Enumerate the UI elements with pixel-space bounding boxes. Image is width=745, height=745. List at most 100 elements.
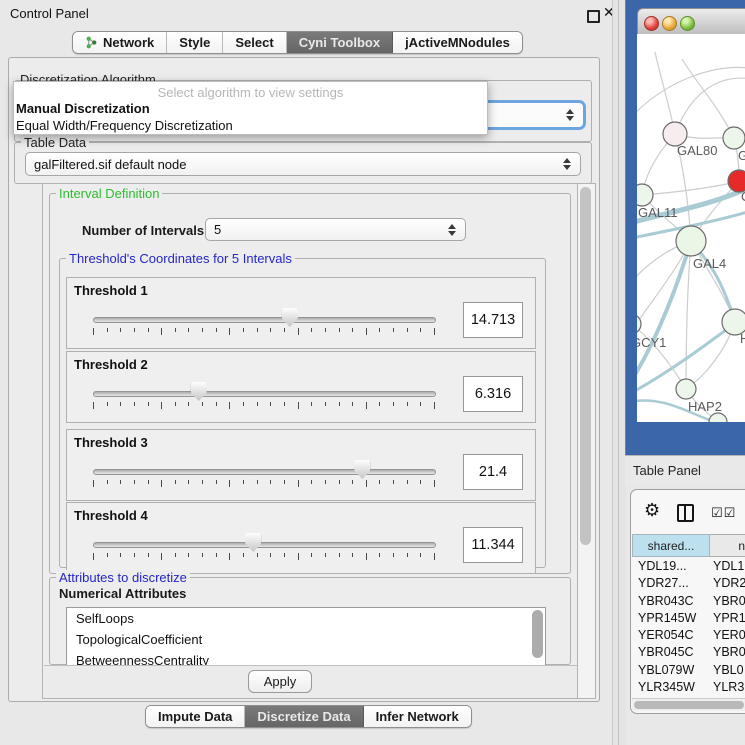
slider-thumb[interactable] bbox=[245, 533, 261, 552]
table-row[interactable]: YDR27... YDR2 bbox=[632, 575, 745, 592]
network-node[interactable] bbox=[637, 184, 653, 206]
tab-discretize-data[interactable]: Discretize Data bbox=[245, 706, 363, 727]
num-intervals-label: Number of Intervals bbox=[82, 223, 204, 238]
slider-thumb[interactable] bbox=[354, 460, 370, 479]
slider-track[interactable] bbox=[93, 469, 436, 475]
checkbox-icons[interactable]: ☑☑ bbox=[711, 505, 736, 521]
name-cell[interactable]: YBL0 bbox=[713, 663, 744, 677]
parameters-scrollbar-thumb[interactable] bbox=[580, 187, 591, 545]
slider-tick bbox=[93, 328, 94, 335]
table-row[interactable]: YBR043C YBR0 bbox=[632, 593, 745, 610]
parameters-scrollbar[interactable] bbox=[577, 183, 596, 699]
table-hscrollbar-thumb[interactable] bbox=[634, 701, 744, 709]
shared-name-cell[interactable]: YPR145W bbox=[638, 611, 696, 625]
slider-tick bbox=[161, 328, 162, 335]
column-header-shared-name[interactable]: shared... bbox=[632, 534, 710, 557]
slider-tick bbox=[284, 328, 285, 332]
name-cell[interactable]: YBR0 bbox=[713, 594, 745, 608]
tab-select[interactable]: Select bbox=[223, 32, 286, 53]
slider-tick bbox=[229, 402, 230, 409]
slider-tick bbox=[134, 553, 135, 557]
table-data-combobox[interactable]: galFiltered.sif default node bbox=[25, 152, 581, 176]
apply-button[interactable]: Apply bbox=[248, 670, 312, 693]
network-node[interactable] bbox=[676, 226, 706, 256]
threshold-value-field[interactable]: 11.344 bbox=[463, 527, 523, 563]
tab-network[interactable]: Network bbox=[73, 32, 167, 53]
network-node[interactable] bbox=[709, 413, 727, 422]
slider-tick bbox=[407, 328, 408, 332]
shared-name-cell[interactable]: YER054C bbox=[638, 628, 694, 642]
network-node-label: GAL80 bbox=[677, 143, 717, 158]
table-row[interactable]: YLR345W YLR3 bbox=[632, 679, 745, 696]
shared-name-cell[interactable]: YBL079W bbox=[638, 663, 694, 677]
tab-style[interactable]: Style bbox=[167, 32, 223, 53]
slider-tick bbox=[270, 480, 271, 484]
minimize-traffic-light[interactable] bbox=[662, 16, 677, 31]
table-row[interactable]: YBL079W YBL0 bbox=[632, 662, 745, 679]
slider-thumb[interactable] bbox=[191, 382, 207, 401]
slider-tick bbox=[366, 402, 367, 409]
table-row[interactable]: YBR045C YBR0 bbox=[632, 644, 745, 661]
network-node[interactable] bbox=[676, 379, 696, 399]
thresholds-group: Threshold's Coordinates for 5 Intervals … bbox=[59, 258, 546, 568]
network-node[interactable] bbox=[723, 127, 745, 149]
attributes-list-scrollbar[interactable] bbox=[532, 610, 543, 658]
slider-tick bbox=[229, 328, 230, 335]
numerical-attributes-list[interactable]: SelfLoopsTopologicalCoefficientBetweenne… bbox=[66, 607, 546, 670]
table-row[interactable]: YDL19... YDL1 bbox=[632, 558, 745, 575]
slider-tick bbox=[202, 553, 203, 557]
shared-name-cell[interactable]: YBR043C bbox=[638, 594, 694, 608]
table-hscrollbar[interactable] bbox=[632, 698, 745, 711]
slider-track[interactable] bbox=[93, 391, 436, 397]
slider-tick bbox=[311, 480, 312, 484]
num-intervals-combobox[interactable]: 5 bbox=[205, 218, 466, 241]
slider-track[interactable] bbox=[93, 317, 436, 323]
shared-name-cell[interactable]: YDL19... bbox=[638, 559, 687, 573]
close-traffic-light[interactable] bbox=[644, 16, 659, 31]
float-window-icon[interactable] bbox=[587, 10, 600, 23]
threshold-value-field[interactable]: 21.4 bbox=[463, 454, 523, 490]
name-cell[interactable]: YDR2 bbox=[713, 576, 745, 590]
shared-name-cell[interactable]: YDR27... bbox=[638, 576, 689, 590]
name-cell[interactable]: YER0 bbox=[713, 628, 745, 642]
tab-style-label: Style bbox=[179, 35, 210, 50]
algorithm-option-equal-width[interactable]: Equal Width/Frequency Discretization bbox=[14, 117, 487, 134]
split-view-icon[interactable] bbox=[677, 504, 694, 522]
algorithm-option-manual[interactable]: Manual Discretization bbox=[14, 100, 487, 117]
threshold-value-field[interactable]: 6.316 bbox=[463, 376, 523, 412]
threshold-panel: Threshold 3-3.4262.8599.14415.4321.71528… bbox=[66, 429, 536, 501]
tab-cyni-toolbox[interactable]: Cyni Toolbox bbox=[287, 32, 393, 53]
tab-impute-data[interactable]: Impute Data bbox=[146, 706, 245, 727]
column-header-name[interactable]: na bbox=[710, 534, 745, 557]
table-row[interactable]: YPR145W YPR1 bbox=[632, 610, 745, 627]
name-cell[interactable]: YPR1 bbox=[713, 611, 745, 625]
threshold-panel: Threshold 1-3.4262.8599.14415.4321.71528… bbox=[66, 277, 536, 349]
threshold-label: Threshold 3 bbox=[74, 435, 148, 450]
name-cell[interactable]: YDL1 bbox=[713, 559, 744, 573]
slider-tick bbox=[134, 480, 135, 484]
slider-tick bbox=[148, 328, 149, 332]
slider-tick bbox=[202, 402, 203, 406]
slider-tick bbox=[202, 480, 203, 484]
slider-tick bbox=[216, 402, 217, 406]
threshold-value-field[interactable]: 14.713 bbox=[463, 302, 523, 338]
table-row[interactable]: YER054C YER0 bbox=[632, 627, 745, 644]
name-cell[interactable]: YBR0 bbox=[713, 645, 745, 659]
slider-tick bbox=[257, 553, 258, 557]
slider-tick bbox=[379, 553, 380, 557]
tab-infer-network[interactable]: Infer Network bbox=[364, 706, 471, 727]
tab-jactivemnodules[interactable]: jActiveMNodules bbox=[393, 32, 522, 53]
shared-name-cell[interactable]: YBR045C bbox=[638, 645, 694, 659]
attribute-list-item[interactable]: TopologicalCoefficient bbox=[67, 629, 545, 650]
name-cell[interactable]: YLR3 bbox=[713, 680, 744, 694]
network-window-titlebar[interactable] bbox=[637, 8, 745, 36]
shared-name-cell[interactable]: YLR345W bbox=[638, 680, 695, 694]
panel-divider[interactable] bbox=[612, 0, 626, 745]
attribute-list-item[interactable]: SelfLoops bbox=[67, 608, 545, 629]
network-canvas[interactable]: GAL80GCGAL11GAL4GCY1HHAP2 bbox=[637, 34, 745, 422]
zoom-traffic-light[interactable] bbox=[680, 16, 695, 31]
gear-icon[interactable]: ⚙ bbox=[644, 501, 660, 519]
slider-tick bbox=[243, 328, 244, 332]
slider-track[interactable] bbox=[93, 542, 436, 548]
slider-thumb[interactable] bbox=[282, 308, 298, 327]
